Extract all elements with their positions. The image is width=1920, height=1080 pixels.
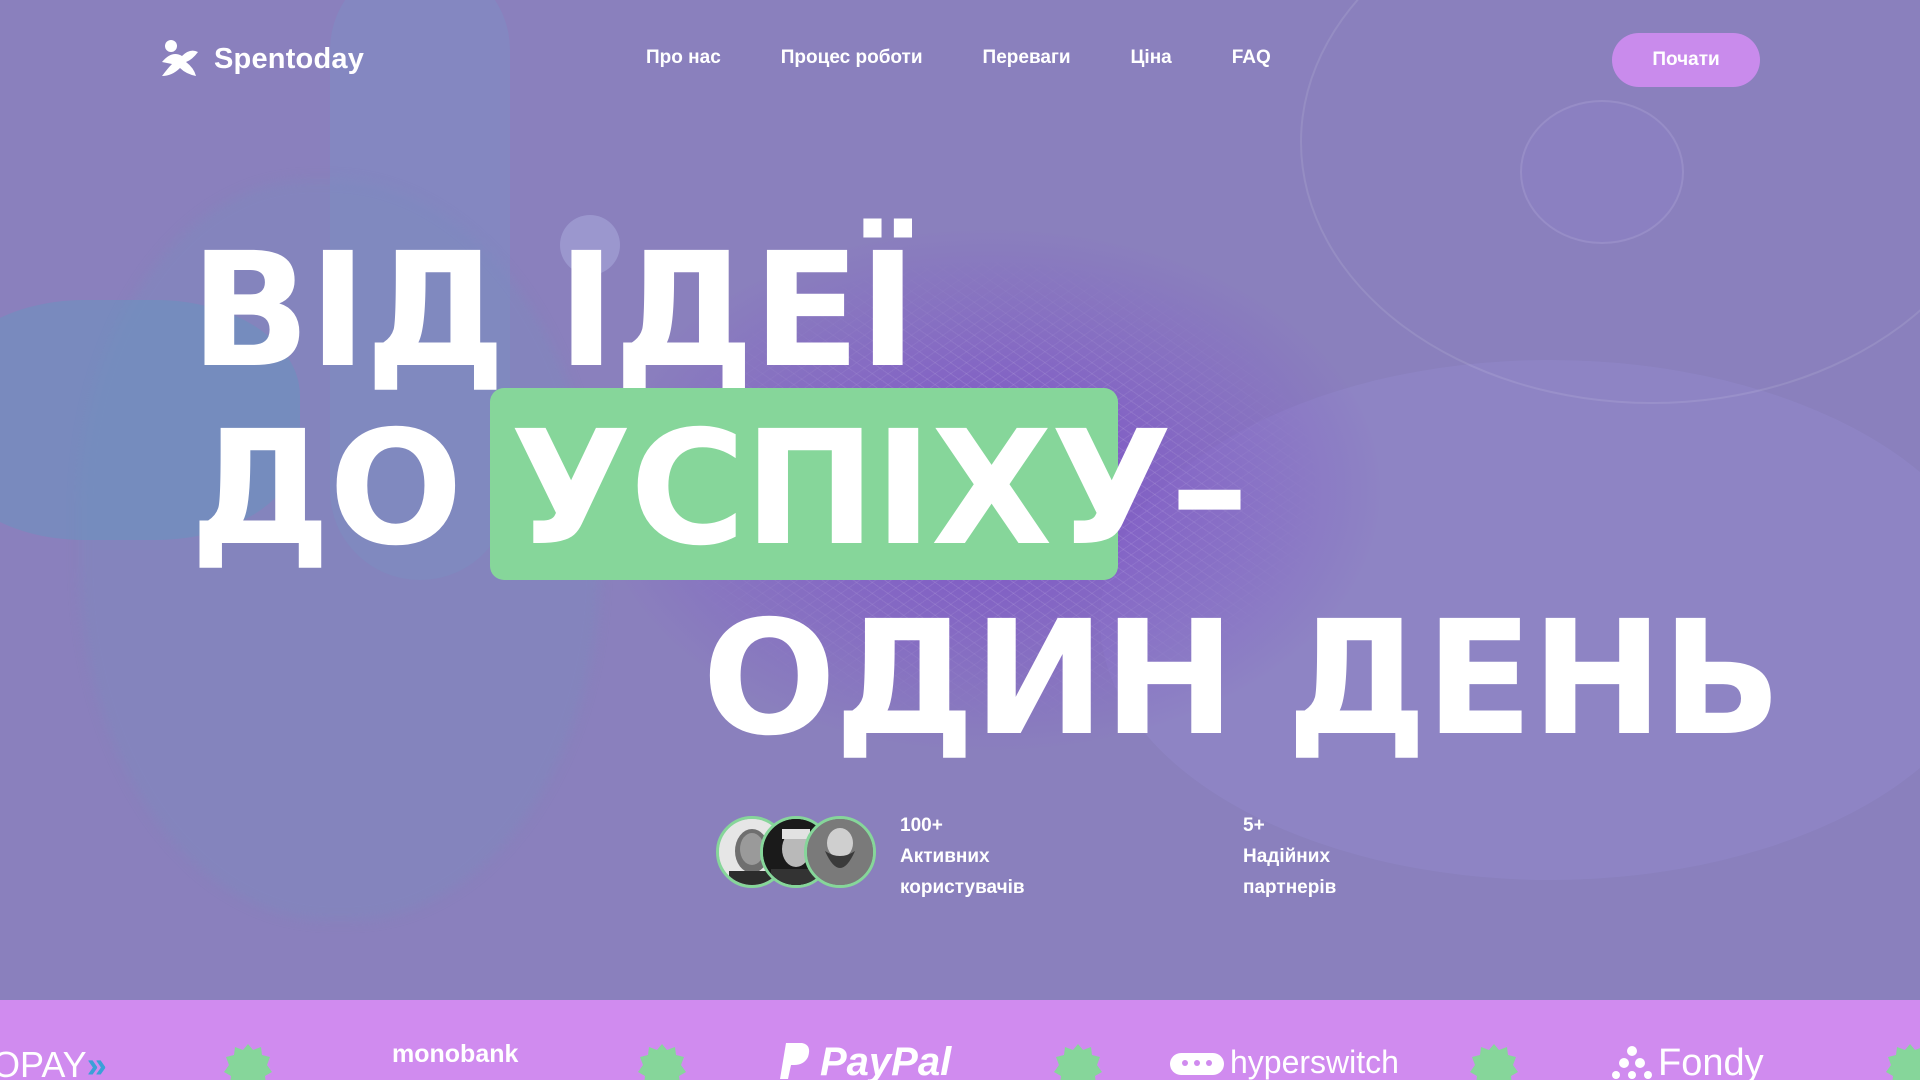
stat-label-line-1: Надійних bbox=[1243, 846, 1331, 867]
hero-title-dash: – bbox=[1170, 397, 1249, 581]
partner-badge-icon bbox=[1054, 1044, 1102, 1080]
partner-badge-icon bbox=[638, 1044, 686, 1080]
avatar-user-3 bbox=[804, 816, 876, 888]
partner-name: hyperswitch bbox=[1230, 1044, 1399, 1080]
nav-faq[interactable]: FAQ bbox=[1232, 47, 1271, 69]
partner-monobank: monobank bbox=[392, 1040, 519, 1068]
main-nav: Про нас Процес роботи Переваги Ціна FAQ bbox=[646, 47, 1271, 69]
nav-benefits[interactable]: Переваги bbox=[983, 47, 1071, 69]
stat-active-users: 100+ Активних користувачів bbox=[900, 810, 1025, 903]
stat-label-line-2: партнерів bbox=[1243, 877, 1337, 898]
partner-name: OPAY bbox=[0, 1044, 87, 1080]
partner-name: PayPal bbox=[820, 1040, 952, 1080]
partner-badge-icon bbox=[224, 1044, 272, 1080]
stat-value: 100+ bbox=[900, 815, 943, 836]
brand-logo[interactable]: Spentoday bbox=[158, 38, 364, 80]
hyperswitch-icon bbox=[1170, 1046, 1224, 1075]
nav-process[interactable]: Процес роботи bbox=[781, 47, 923, 69]
stat-partners: 5+ Надійних партнерів bbox=[1243, 810, 1336, 903]
start-button[interactable]: Почати bbox=[1612, 33, 1760, 87]
opay-chevron-icon: » bbox=[86, 1044, 107, 1080]
user-avatars bbox=[716, 816, 886, 892]
logo-icon bbox=[158, 38, 200, 80]
hero-title-line-2-prefix: ДО bbox=[190, 397, 463, 581]
brand-name: Spentoday bbox=[214, 42, 365, 75]
hero-title-line-1: ВІД ІДЕЇ bbox=[190, 219, 917, 403]
hero-title-line-3: ОДИН ДЕНЬ bbox=[702, 587, 1782, 771]
partner-badge-icon bbox=[1470, 1044, 1518, 1080]
partner-fondy: Fondy bbox=[1612, 1042, 1764, 1080]
stat-value: 5+ bbox=[1243, 815, 1265, 836]
partner-hyperswitch: hyperswitch bbox=[1170, 1044, 1399, 1080]
site-header: Spentoday Про нас Процес роботи Переваги… bbox=[0, 0, 1920, 120]
partners-strip: OPAY» monobank PayPal hyperswitch Fondy bbox=[0, 1000, 1920, 1080]
stat-label-line-2: користувачів bbox=[900, 877, 1025, 898]
partner-opay: OPAY» bbox=[0, 1044, 107, 1080]
partner-name: Fondy bbox=[1658, 1042, 1764, 1080]
partner-paypal: PayPal bbox=[780, 1040, 951, 1080]
paypal-icon bbox=[780, 1043, 812, 1079]
hero-title-highlight: УСПІХУ bbox=[510, 397, 1172, 581]
partner-badge-icon bbox=[1886, 1044, 1920, 1080]
nav-price[interactable]: Ціна bbox=[1131, 47, 1172, 69]
stat-label-line-1: Активних bbox=[900, 846, 990, 867]
fondy-icon bbox=[1612, 1045, 1652, 1079]
nav-about[interactable]: Про нас bbox=[646, 47, 721, 69]
background-circle bbox=[1520, 100, 1684, 244]
